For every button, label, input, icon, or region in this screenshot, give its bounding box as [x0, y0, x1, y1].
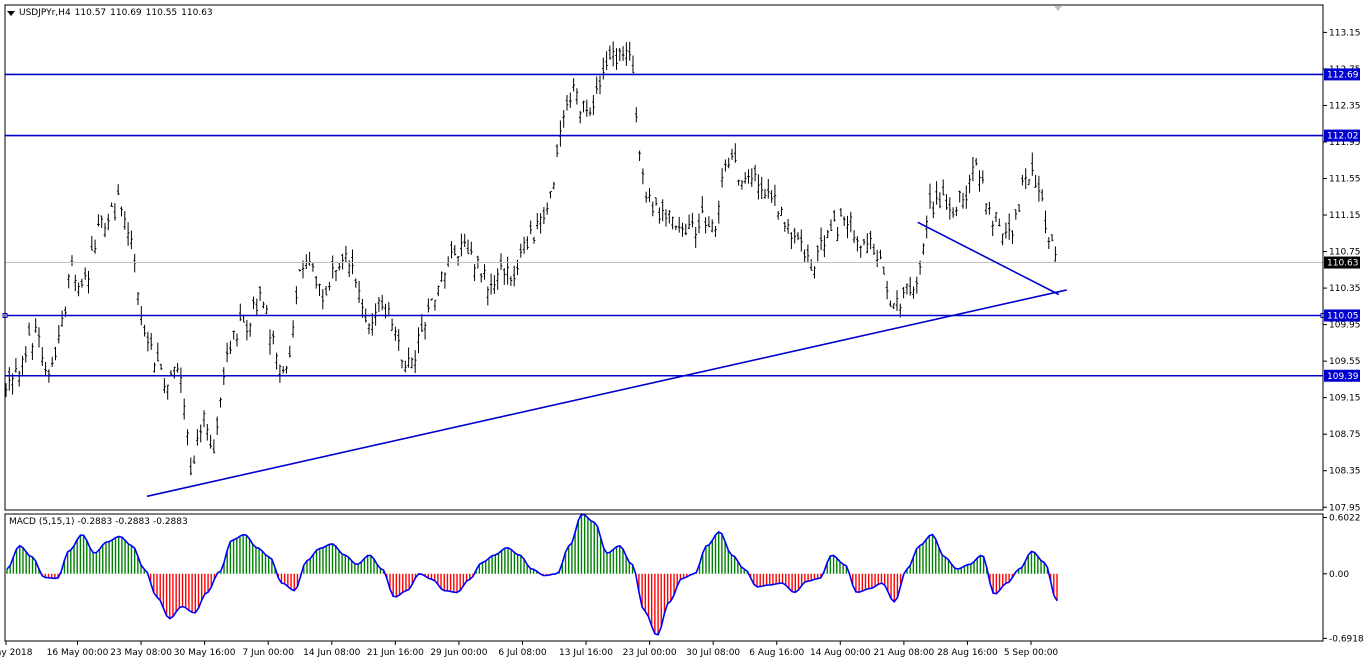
high-value: 110.69 — [110, 8, 142, 18]
low-value: 110.55 — [145, 8, 178, 18]
x-tick-label: 6 Jul 08:00 — [498, 648, 547, 658]
price-y-tick-label: 109.95 — [1329, 321, 1361, 331]
macd-value-1: -0.2883 — [77, 517, 113, 527]
x-tick-label: 30 Jul 08:00 — [686, 648, 740, 658]
x-tick-label: 16 May 00:00 — [47, 648, 109, 658]
macd-name: MACD (5,15,1) — [9, 517, 75, 527]
price-y-tick-label: 111.55 — [1329, 175, 1361, 185]
symbol-label: USDJPYr,H4 — [19, 8, 71, 18]
chart-header: USDJPYr,H4 110.57 110.69 110.55 110.63 — [19, 8, 217, 18]
x-tick-label: 23 May 08:00 — [110, 648, 172, 658]
price-y-tick-label: 113.15 — [1329, 28, 1361, 38]
macd-value-2: -0.2883 — [115, 517, 150, 527]
x-tick-label: 7 Jun 00:00 — [242, 648, 294, 658]
macd-header: MACD (5,15,1) -0.2883 -0.2883 -0.2883 — [9, 517, 191, 527]
x-tick-label: 14 Jun 08:00 — [303, 648, 360, 658]
macd-value-3: -0.2883 — [153, 517, 188, 527]
price-y-tick-label: 110.35 — [1329, 284, 1361, 294]
x-tick-label: 28 Aug 16:00 — [937, 648, 998, 658]
price-y-tick-label: 108.35 — [1329, 467, 1361, 477]
x-tick-label: 14 Aug 00:00 — [810, 648, 871, 658]
price-y-tick-label: 107.95 — [1329, 503, 1361, 513]
chart-window[interactable]: 113.15112.75112.35111.95111.55111.15110.… — [0, 0, 1366, 665]
horizontal-level-tag-label: 112.02 — [1327, 132, 1359, 142]
x-tick-label: 8 May 2018 — [0, 648, 33, 658]
x-tick-label: 5 Sep 00:00 — [1004, 648, 1059, 658]
horizontal-level-tag-label: 112.69 — [1327, 70, 1359, 80]
x-tick-label: 6 Aug 16:00 — [749, 648, 804, 658]
price-y-tick-label: 111.15 — [1329, 211, 1361, 221]
current-price-tag-label: 110.63 — [1327, 259, 1359, 269]
x-tick-label: 13 Jul 16:00 — [559, 648, 613, 658]
price-y-tick-label: 109.55 — [1329, 357, 1361, 367]
dropdown-triangle-icon[interactable] — [7, 11, 15, 16]
close-value: 110.63 — [181, 8, 213, 18]
open-value: 110.57 — [74, 8, 107, 18]
macd-y-tick-label: 0.6022 — [1329, 514, 1361, 524]
price-y-tick-label: 109.15 — [1329, 394, 1361, 404]
x-tick-label: 23 Jul 00:00 — [623, 648, 677, 658]
price-y-tick-label: 110.75 — [1329, 248, 1361, 258]
x-tick-label: 29 Jun 00:00 — [430, 648, 487, 658]
x-tick-label: 21 Jun 16:00 — [367, 648, 424, 658]
chart-canvas[interactable]: 113.15112.75112.35111.95111.55111.15110.… — [0, 0, 1366, 665]
x-tick-label: 30 May 16:00 — [174, 648, 236, 658]
price-y-tick-label: 112.35 — [1329, 101, 1361, 111]
macd-y-tick-label: -0.6918 — [1329, 634, 1364, 644]
macd-y-tick-label: 0.00 — [1329, 570, 1349, 580]
price-y-tick-label: 108.75 — [1329, 430, 1361, 440]
x-tick-label: 21 Aug 08:00 — [874, 648, 935, 658]
horizontal-level-tag-label: 109.39 — [1327, 372, 1359, 382]
horizontal-level-tag-label: 110.05 — [1327, 311, 1359, 321]
